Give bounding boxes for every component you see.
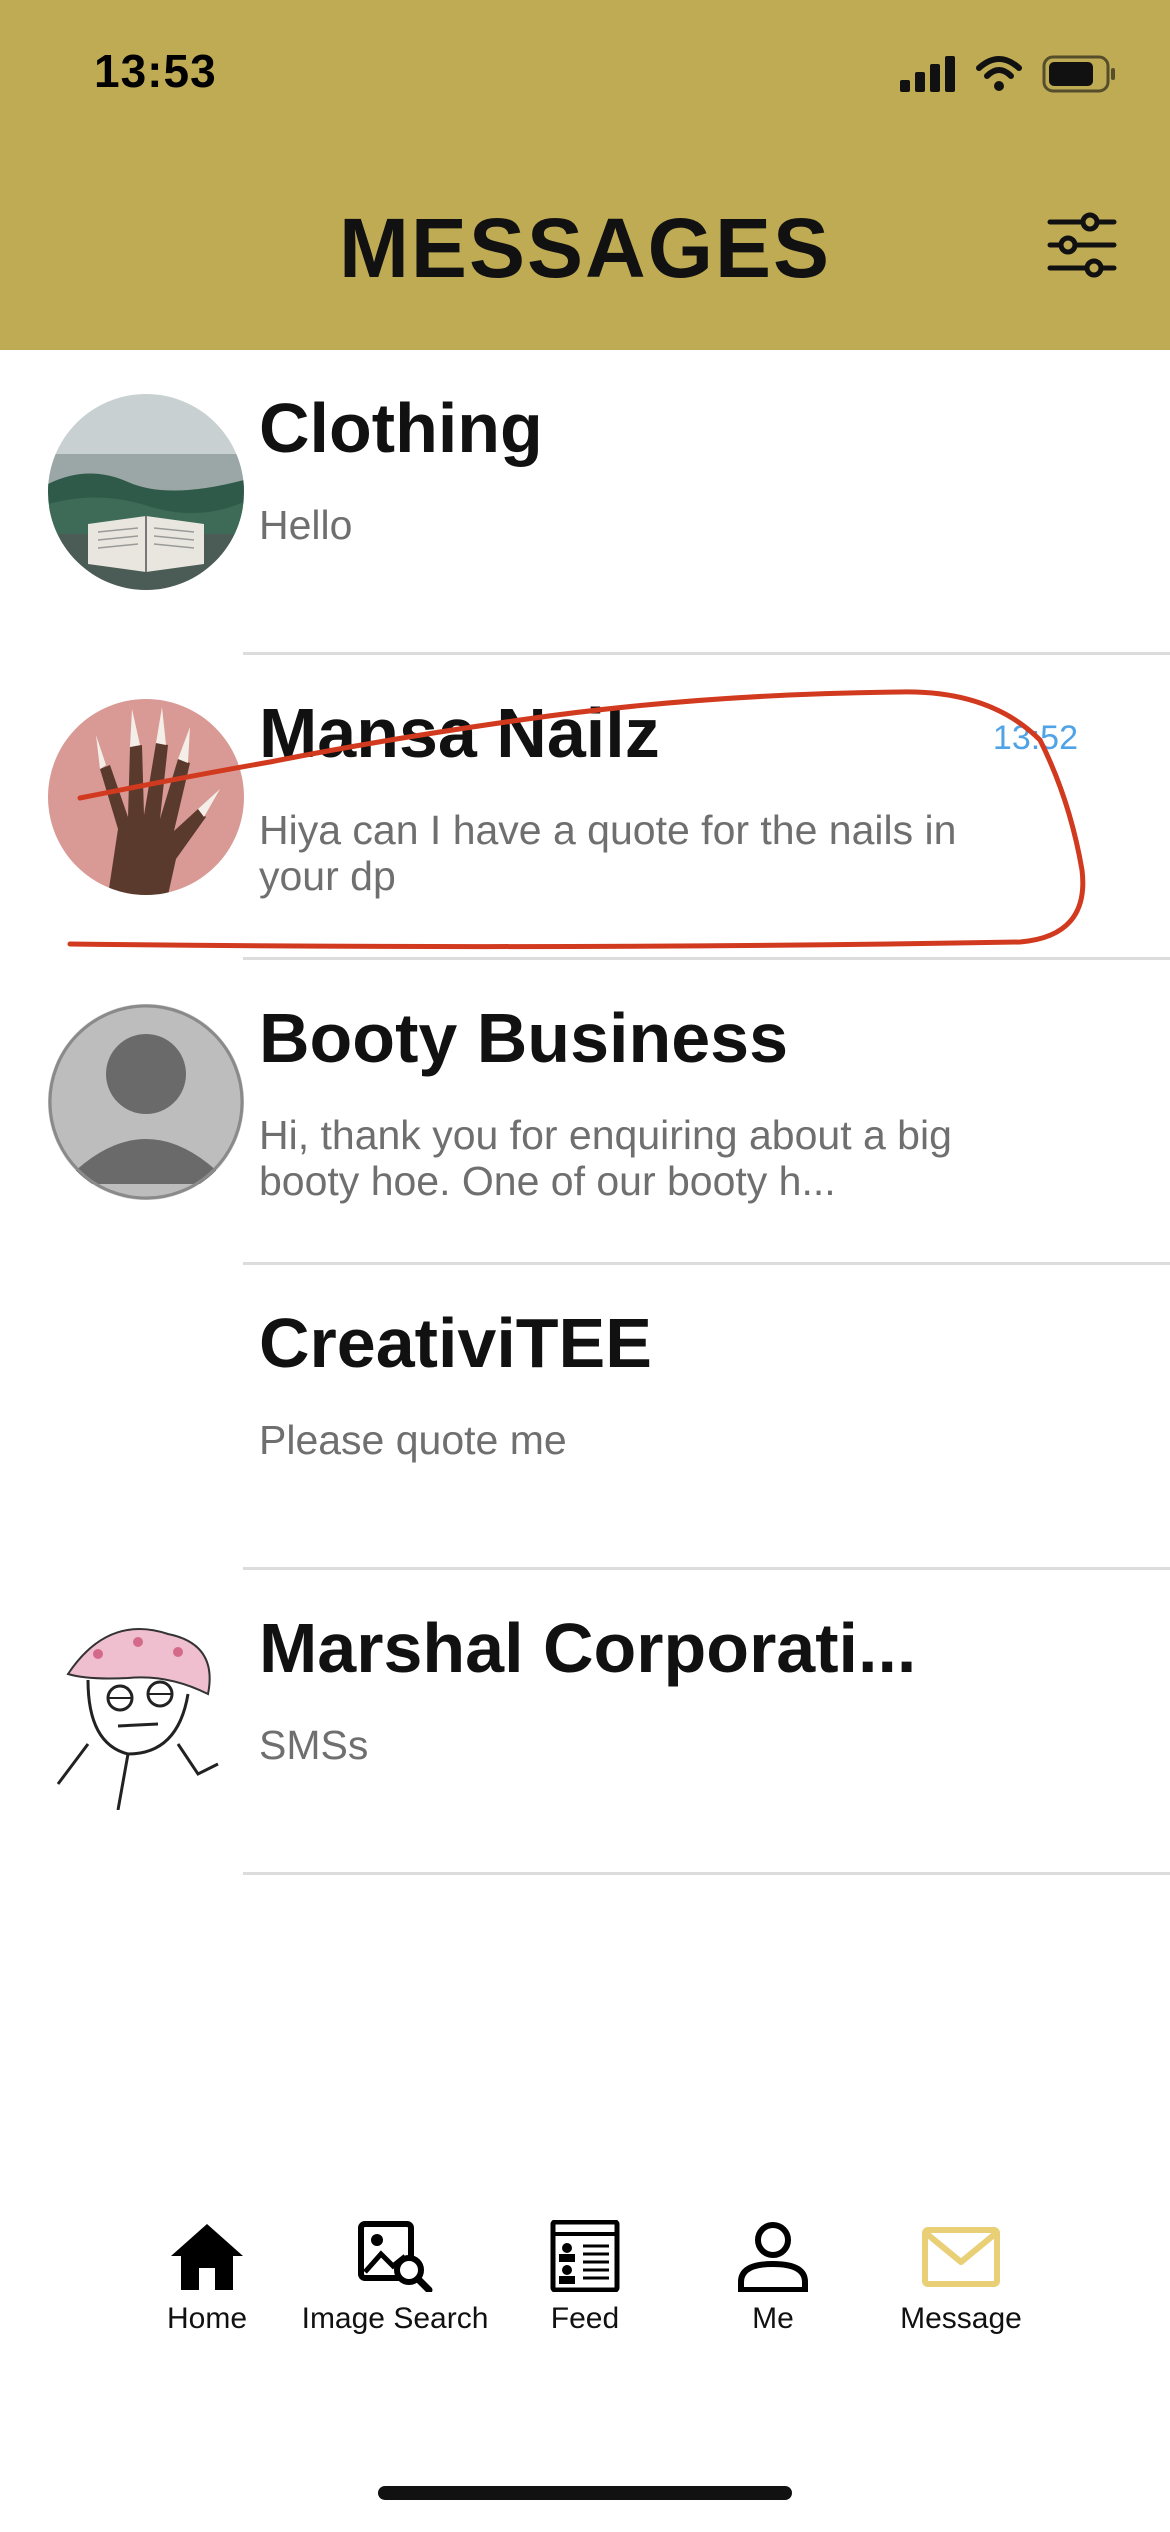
conversation-item[interactable]: CreativiTEE Please quote me [0,1265,1170,1570]
feed-icon [550,2220,620,2292]
conversation-item[interactable]: Clothing Hello [0,350,1170,655]
conversation-item[interactable]: Booty Business Hi, thank you for enquiri… [0,960,1170,1265]
image-search-icon [358,2221,433,2292]
person-icon [738,2222,808,2292]
conversation-name: CreativiTEE [259,1304,652,1382]
tab-label: Home [166,2302,248,2335]
home-indicator[interactable] [378,2486,792,2500]
tab-me[interactable]: Me [678,2220,868,2336]
conversation-item[interactable]: Mansa Nailz Hiya can I have a quote for … [0,655,1170,960]
conversation-preview: Hi, thank you for enquiring about a big … [259,1112,952,1204]
conversation-time: 13:52 [992,719,1078,757]
conversation-preview: Hello [259,502,353,548]
avatar [48,699,244,895]
conversation-name: Booty Business [259,999,788,1077]
header-bar: 13:53 MESSAGES [0,0,1170,350]
tab-image-search[interactable]: Image Search [300,2220,490,2336]
conversation-preview: Hiya can I have a quote for the nails in… [259,807,957,899]
conversation-name: Clothing [259,389,543,467]
tab-message[interactable]: Message [866,2220,1056,2336]
bottom-tab-bar: Home Image Search Feed Me Message [0,2220,1170,2380]
tab-label: Message [900,2302,1022,2335]
conversation-name: Mansa Nailz [259,694,660,772]
avatar [48,1004,244,1200]
default-person-icon [48,1004,244,1200]
conversation-name: Marshal Corporati... [259,1609,917,1687]
filter-button[interactable] [1046,212,1118,278]
page-title: MESSAGES [338,201,832,295]
divider [243,1872,1170,1875]
conversation-list: Clothing Hello Mansa Nailz Hiya can I ha… [0,350,1170,1875]
cellular-signal-icon [900,56,955,92]
home-icon [171,2224,243,2290]
conversation-preview: Please quote me [259,1417,567,1463]
tab-feed[interactable]: Feed [490,2220,680,2336]
tab-label: Image Search [301,2302,489,2335]
mail-icon [922,2227,1000,2287]
wifi-icon [976,56,1022,91]
tab-label: Feed [550,2302,620,2335]
tab-home[interactable]: Home [112,2220,302,2336]
avatar [48,1614,244,1810]
sliders-icon [1047,212,1117,278]
conversation-preview: SMSs [259,1722,369,1768]
status-icons [900,52,1116,96]
avatar [48,394,244,590]
conversation-item[interactable]: Marshal Corporati... SMSs [0,1570,1170,1875]
battery-icon [1042,55,1115,93]
tab-label: Me [752,2302,794,2335]
status-time: 13:53 [94,45,217,97]
